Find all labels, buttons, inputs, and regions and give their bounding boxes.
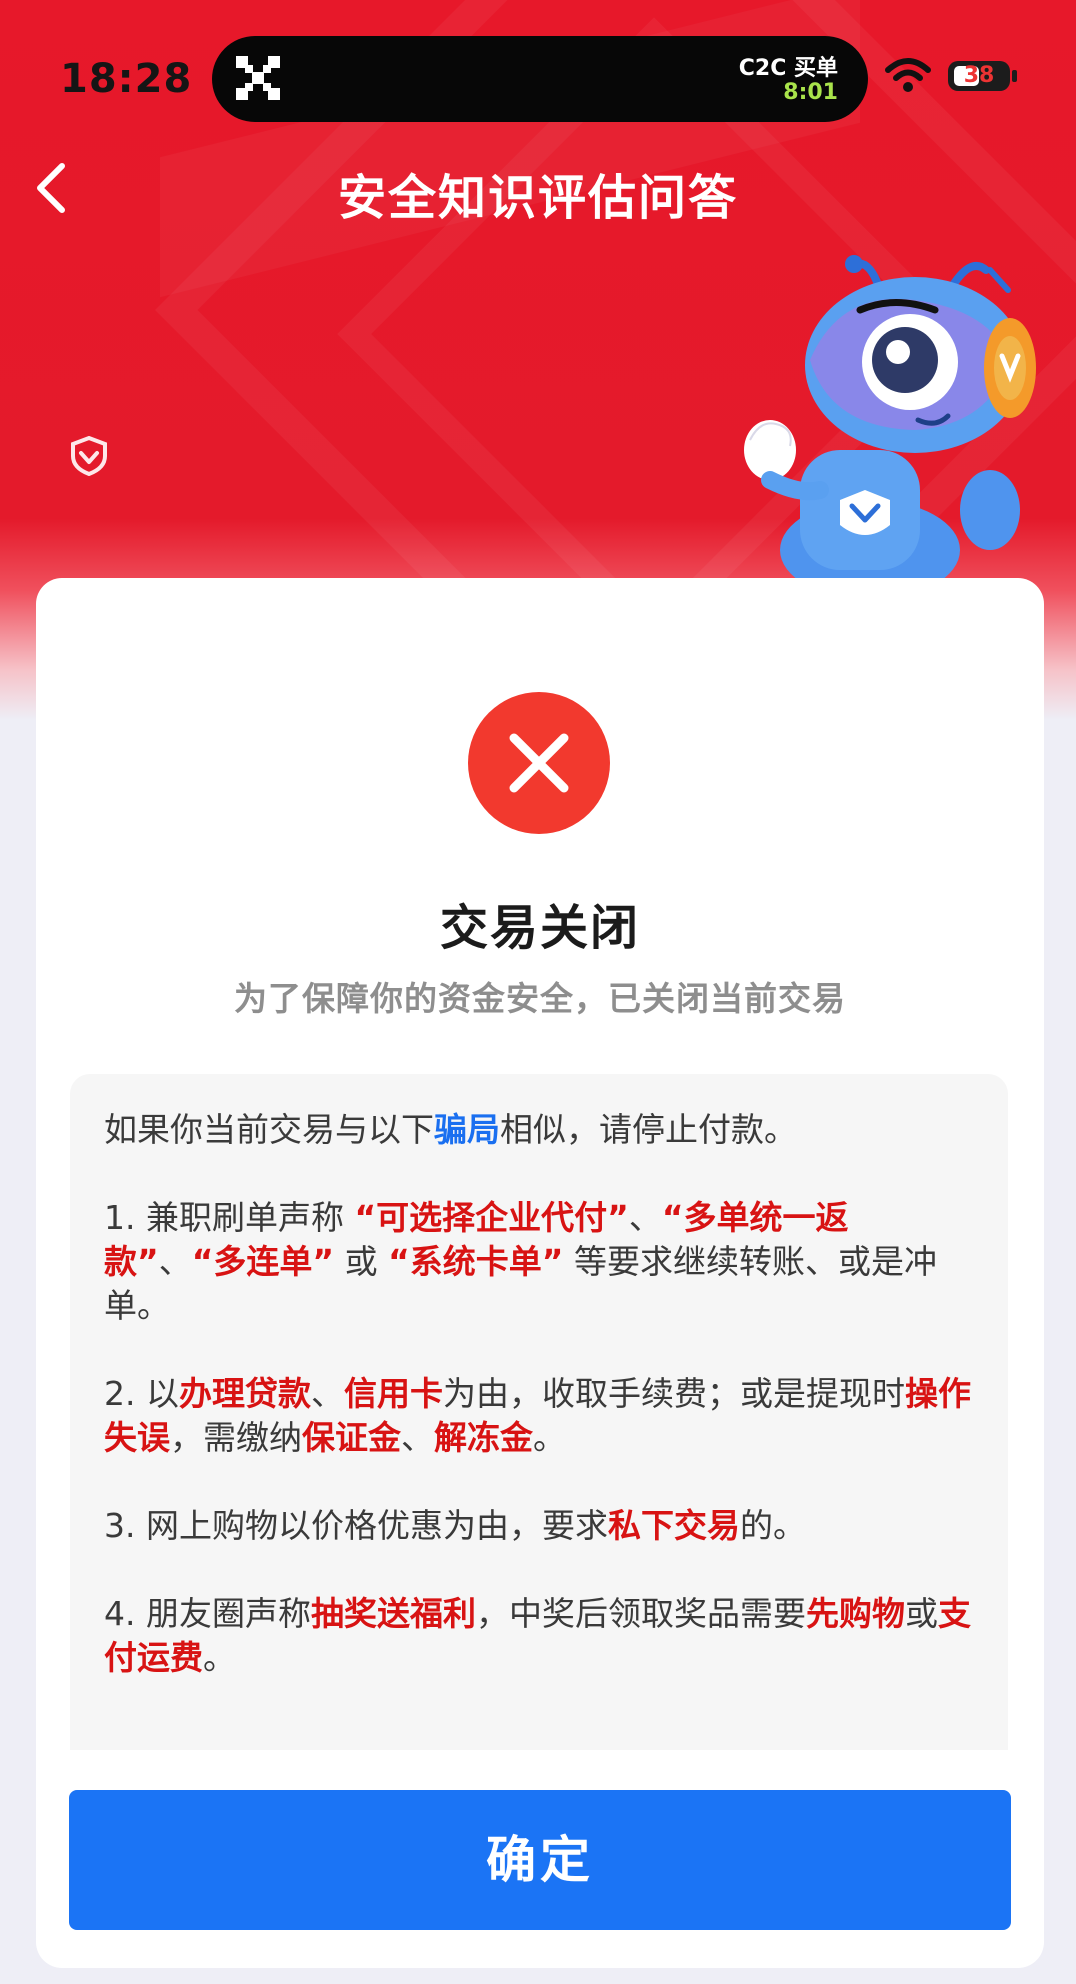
notice-link-scam[interactable]: 骗局 bbox=[434, 1110, 500, 1149]
app-logo-icon bbox=[236, 56, 280, 100]
notice-text: ，需缴纳 bbox=[170, 1418, 302, 1457]
notice-text: 。 bbox=[203, 1638, 236, 1677]
wifi-icon bbox=[885, 58, 931, 92]
shield-icon bbox=[71, 436, 107, 476]
island-title: C2C 买单 bbox=[738, 56, 838, 81]
notice-text: 4. 朋友圈声称 bbox=[104, 1594, 311, 1633]
close-icon bbox=[509, 733, 569, 793]
notice-keyword: 解冻金 bbox=[434, 1418, 533, 1457]
notice-text: 1. 兼职刷单声称 bbox=[104, 1198, 355, 1237]
notice-text: 或 bbox=[334, 1242, 389, 1281]
notice-keyword: 保证金 bbox=[302, 1418, 401, 1457]
notice-text: 为由，收取手续费；或是提现时 bbox=[442, 1374, 905, 1413]
battery-indicator: 38 bbox=[948, 61, 1010, 91]
island-timer: 8:01 bbox=[783, 80, 838, 105]
battery-level: 38 bbox=[963, 63, 995, 88]
notice-text: 、 bbox=[401, 1418, 434, 1457]
status-time: 18:28 bbox=[60, 56, 193, 102]
notice-text: ，中奖后领取奖品需要 bbox=[475, 1594, 806, 1633]
notice-text: 如果你当前交易与以下 bbox=[104, 1110, 434, 1149]
mascot-illustration bbox=[744, 255, 1036, 580]
dynamic-island[interactable]: C2C 买单 8:01 bbox=[212, 36, 868, 122]
notice-text: 的。 bbox=[739, 1506, 806, 1545]
page-title: 安全知识评估问答 bbox=[337, 170, 738, 226]
scam-notice-text: 如果你当前交易与以下骗局相似，请停止付款。 1. 兼职刷单声称 “可选择企业代付… bbox=[104, 1108, 986, 1724]
notice-keyword: 办理贷款 bbox=[178, 1374, 311, 1413]
notice-keyword: 抽奖送福利 bbox=[310, 1594, 476, 1633]
notice-intro: 如果你当前交易与以下骗局相似，请停止付款。 bbox=[104, 1108, 986, 1152]
result-title: 交易关闭 bbox=[439, 900, 640, 956]
notice-text: 3. 网上购物以价格优惠为由，要求 bbox=[104, 1506, 608, 1545]
scam-notice-panel[interactable]: 如果你当前交易与以下骗局相似，请停止付款。 1. 兼职刷单声称 “可选择企业代付… bbox=[70, 1074, 1008, 1750]
battery-tip bbox=[1012, 70, 1017, 82]
notice-text: 、 bbox=[158, 1242, 192, 1281]
confirm-button[interactable]: 确定 bbox=[69, 1790, 1011, 1930]
notice-keyword: 信用卡 bbox=[343, 1374, 443, 1413]
error-status bbox=[468, 692, 610, 834]
notice-text: 2. 以 bbox=[104, 1374, 179, 1413]
notice-text: 或 bbox=[904, 1594, 938, 1633]
notice-item-4: 4. 朋友圈声称抽奖送福利，中奖后领取奖品需要先购物或支付运费。 bbox=[104, 1592, 986, 1680]
notice-keyword: 私下交易 bbox=[607, 1506, 740, 1545]
notice-keyword: “可选择企业代付” bbox=[354, 1198, 629, 1237]
notice-text: 相似，请停止付款。 bbox=[500, 1110, 797, 1149]
notice-text: 。 bbox=[533, 1418, 566, 1457]
notice-text: 、 bbox=[310, 1374, 344, 1413]
status-bar: 18:28 C2C 买单 8:01 38 bbox=[0, 0, 1076, 160]
notice-item-1: 1. 兼职刷单声称 “可选择企业代付”、“多单统一返款”、“多连单” 或 “系统… bbox=[104, 1196, 986, 1328]
notice-keyword: “多连单” bbox=[191, 1242, 335, 1281]
notice-text: 、 bbox=[628, 1198, 662, 1237]
notice-item-3: 3. 网上购物以价格优惠为由，要求私下交易的。 bbox=[104, 1504, 986, 1548]
result-subtitle: 为了保障你的资金安全，已关闭当前交易 bbox=[234, 979, 846, 1018]
notice-item-2: 2. 以办理贷款、信用卡为由，收取手续费；或是提现时操作失误，需缴纳保证金、解冻… bbox=[104, 1372, 986, 1460]
notice-keyword: 先购物 bbox=[805, 1594, 905, 1633]
notice-keyword: “系统卡单” bbox=[388, 1242, 564, 1281]
